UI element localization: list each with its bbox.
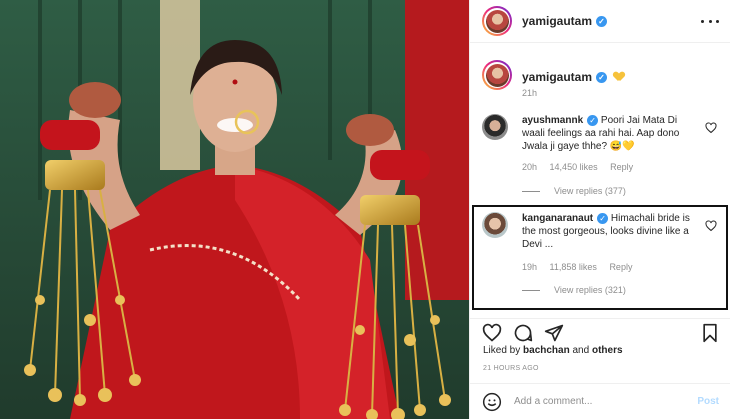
view-replies-text[interactable]: View replies (321) <box>554 285 626 295</box>
post-photo[interactable] <box>0 0 469 419</box>
post-comment-button[interactable]: Post <box>697 396 719 407</box>
post-actions <box>470 318 730 346</box>
commenter-avatar[interactable] <box>482 114 508 140</box>
comment-time[interactable]: 20h <box>522 162 537 172</box>
bookmark-icon[interactable] <box>700 323 720 343</box>
verified-badge-icon: ✓ <box>596 16 608 28</box>
commenter-username[interactable]: ayushmannk <box>522 115 583 126</box>
heart-icon[interactable] <box>482 323 502 343</box>
comment-text: kanganaranaut ✓ Himachali bride is the mo… <box>522 212 702 251</box>
comment-meta: 20h 14,450 likes Reply <box>522 162 643 172</box>
verified-badge-icon: ✓ <box>596 72 608 84</box>
share-icon[interactable] <box>544 323 564 343</box>
post-side-panel: yamigautam ✓ yamigautam ✓ 21h ayushmannk ✓ … <box>469 0 730 419</box>
add-comment-input[interactable] <box>514 396 684 407</box>
add-comment-bar: Post <box>470 383 730 419</box>
commenter-avatar[interactable] <box>482 212 508 238</box>
view-replies[interactable]: View replies (321) <box>522 285 626 295</box>
commenter-username[interactable]: kanganaranaut <box>522 213 593 224</box>
comment-likes[interactable]: 14,450 likes <box>550 162 598 172</box>
liked-by-and: and <box>572 345 590 356</box>
comment-item: ayushmannk ✓ Poori Jai Mata Di waali feel… <box>482 114 721 204</box>
liked-by-user[interactable]: bachchan <box>523 345 570 356</box>
author-avatar[interactable] <box>482 6 512 36</box>
comment-time[interactable]: 19h <box>522 262 537 272</box>
yellow-heart-icon <box>614 72 624 81</box>
comment-like-heart-icon[interactable] <box>705 122 717 134</box>
comment-like-heart-icon[interactable] <box>705 220 717 232</box>
view-replies[interactable]: View replies (377) <box>522 186 626 196</box>
liked-by-others[interactable]: others <box>592 345 623 356</box>
post-header: yamigautam ✓ <box>470 0 730 43</box>
comment-likes[interactable]: 11,858 likes <box>550 262 597 272</box>
verified-badge-icon: ✓ <box>597 212 609 224</box>
caption-username-text[interactable]: yamigautam <box>522 70 592 84</box>
reply-button[interactable]: Reply <box>610 162 633 172</box>
more-horizontal-icon[interactable] <box>701 12 719 30</box>
comment-item: kanganaranaut ✓ Himachali bride is the mo… <box>482 212 721 302</box>
author-username[interactable]: yamigautam ✓ <box>522 14 608 28</box>
comment-icon[interactable] <box>513 323 533 343</box>
caption: yamigautam ✓ <box>482 60 624 90</box>
caption-username[interactable]: yamigautam ✓ <box>522 70 610 84</box>
caption-avatar[interactable] <box>482 60 512 90</box>
verified-badge-icon: ✓ <box>587 114 599 126</box>
emoji-smile-icon[interactable] <box>482 392 502 412</box>
reply-button[interactable]: Reply <box>609 262 632 272</box>
liked-by: Liked by bachchan and others <box>483 345 623 356</box>
liked-by-prefix: Liked by <box>483 345 521 356</box>
view-replies-text[interactable]: View replies (377) <box>554 186 626 196</box>
post-timestamp[interactable]: 21 HOURS AGO <box>483 365 539 372</box>
comment-text: ayushmannk ✓ Poori Jai Mata Di waali feel… <box>522 114 702 153</box>
author-username-text[interactable]: yamigautam <box>522 14 592 28</box>
comment-meta: 19h 11,858 likes Reply <box>522 262 642 272</box>
caption-time[interactable]: 21h <box>522 88 537 98</box>
